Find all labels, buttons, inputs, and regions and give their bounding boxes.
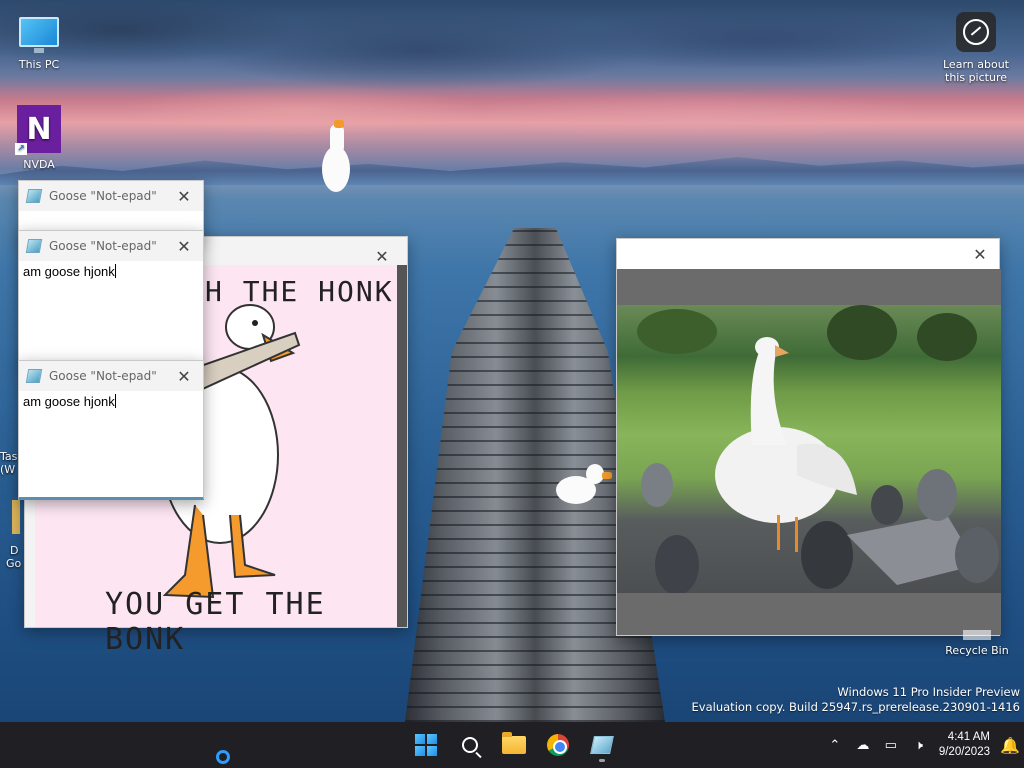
show-hidden-icons-chevron-up-icon[interactable]: ⌃ [821, 731, 849, 759]
notepad-icon [25, 189, 43, 203]
meme-scrollbar[interactable] [397, 265, 407, 627]
taskbar-search-button[interactable] [452, 727, 488, 763]
desktop-icon-label: Recycle Bin [945, 644, 1009, 657]
wallpaper-clouds [0, 0, 1024, 150]
windows-evaluation-watermark: Windows 11 Pro Insider Preview Evaluatio… [692, 685, 1020, 715]
cortana-icon[interactable] [216, 750, 230, 764]
notepad-titlebar: Goose "Not-epad" ✕ [19, 361, 203, 391]
notepad-text: am goose hjonk [23, 394, 115, 409]
desktop-icon-recycle-bin[interactable]: Recycle Bin [932, 630, 1022, 657]
file-explorer-icon [502, 732, 526, 754]
partial-desktop-icon[interactable]: Tas (W [0, 450, 20, 476]
goose-video-window[interactable]: ✕ [616, 238, 1001, 636]
close-button[interactable]: ✕ [173, 185, 195, 207]
this-pc-icon [17, 10, 61, 54]
desktop-icon-label: Learn about this picture [943, 58, 1009, 84]
notepad-icon [25, 239, 43, 253]
chrome-button[interactable] [540, 727, 576, 763]
watermark-line: Evaluation copy. Build 25947.rs_prerelea… [691, 700, 1020, 714]
goose-notepad-window[interactable]: Goose "Not-epad" ✕ am goose hjonk [18, 360, 204, 500]
system-tray: ⌃ ☁ ▭ 🕨 4:41 AM 9/20/2023 🔔 [821, 722, 1024, 768]
file-explorer-button[interactable] [496, 727, 532, 763]
notepad-titlebar: Goose "Not-epad" ✕ [19, 181, 203, 211]
close-button[interactable]: ✕ [371, 245, 393, 267]
window-title: Goose "Not-epad" [49, 189, 157, 203]
meme-bottom-text: YOU GET THE BONK [105, 587, 326, 657]
onedrive-cloud-icon[interactable]: ☁ [849, 731, 877, 759]
desktop-icon-this-pc[interactable]: This PC [1, 10, 77, 71]
nvda-icon: N ↗ [15, 104, 61, 155]
close-button[interactable]: ✕ [969, 243, 991, 265]
recycle-bin-icon [963, 630, 991, 640]
learn-about-picture-icon [954, 10, 998, 54]
start-button[interactable] [408, 727, 444, 763]
video-window-titlebar: ✕ [617, 239, 999, 269]
partial-desktop-icon[interactable]: D Go [0, 500, 22, 570]
notepad-text-area[interactable] [19, 211, 203, 217]
close-button[interactable]: ✕ [173, 235, 195, 257]
notepad-icon [25, 369, 43, 383]
notepad-button[interactable] [584, 727, 620, 763]
partial-file-icon [12, 500, 20, 534]
goose-and-pigeons [641, 337, 999, 593]
desktop-goose[interactable] [318, 118, 358, 198]
clock-date: 9/20/2023 [938, 746, 990, 758]
notepad-text-area[interactable]: am goose hjonk [19, 391, 203, 412]
desktop-icon-learn-about-picture[interactable]: Learn about this picture [936, 10, 1016, 84]
goose-notepad-window[interactable]: Goose "Not-epad" ✕ am goose hjonk [18, 230, 204, 366]
shortcut-arrow-icon: ↗ [15, 143, 27, 155]
search-icon [462, 737, 478, 753]
volume-muted-icon[interactable]: 🕨 [905, 731, 933, 759]
partial-label: D [10, 544, 19, 557]
desktop-icon-label: This PC [18, 58, 60, 71]
partial-label: Tas [0, 450, 18, 463]
notepad-icon [590, 736, 614, 754]
text-caret [114, 264, 116, 278]
notification-bell-icon[interactable]: 🔔 [996, 731, 1024, 759]
window-title: Goose "Not-epad" [49, 369, 157, 383]
windows-start-icon [415, 734, 437, 756]
notepad-text-area[interactable]: am goose hjonk [19, 261, 203, 282]
watermark-line: Windows 11 Pro Insider Preview [837, 685, 1020, 699]
desktop-icon-nvda[interactable]: N ↗ NVDA [1, 104, 77, 171]
window-title: Goose "Not-epad" [49, 239, 157, 253]
partial-label: Go [6, 557, 22, 570]
text-caret [114, 394, 116, 408]
desktop-goose[interactable] [556, 462, 614, 510]
taskbar-clock[interactable]: 4:41 AM 9/20/2023 [933, 730, 996, 760]
partial-label: (W [0, 463, 16, 476]
chrome-icon [547, 734, 569, 756]
taskbar-apps [408, 722, 620, 768]
notepad-text: am goose hjonk [23, 264, 115, 279]
close-button[interactable]: ✕ [173, 365, 195, 387]
clock-time: 4:41 AM [947, 731, 990, 743]
network-icon[interactable]: ▭ [877, 731, 905, 759]
goose-video-frame[interactable] [617, 305, 1001, 593]
running-indicator [599, 759, 605, 762]
notepad-titlebar: Goose "Not-epad" ✕ [19, 231, 203, 261]
desktop-icon-label: NVDA [23, 158, 55, 171]
